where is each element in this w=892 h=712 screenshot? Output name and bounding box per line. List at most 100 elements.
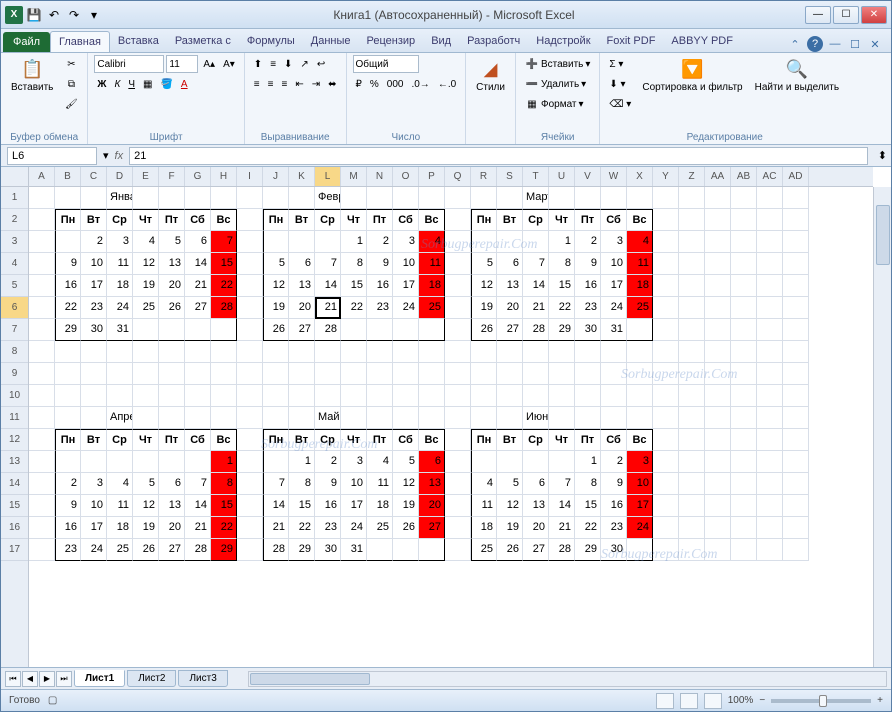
column-header[interactable]: AD — [783, 167, 809, 186]
cell[interactable] — [159, 451, 185, 473]
column-header[interactable]: A — [29, 167, 55, 186]
cell[interactable]: 26 — [393, 517, 419, 539]
cell[interactable]: 27 — [289, 319, 315, 341]
cell[interactable]: 12 — [133, 495, 159, 517]
cell[interactable] — [627, 385, 653, 407]
cell[interactable]: 12 — [393, 473, 419, 495]
column-header[interactable]: E — [133, 167, 159, 186]
cell[interactable]: 3 — [107, 231, 133, 253]
cell[interactable]: Январь — [107, 187, 133, 209]
cell[interactable] — [211, 187, 237, 209]
copy-button[interactable]: ⧉ — [61, 75, 81, 93]
cell[interactable] — [757, 517, 783, 539]
cell[interactable]: 11 — [107, 495, 133, 517]
cell[interactable]: Чт — [133, 209, 159, 231]
cell[interactable] — [107, 363, 133, 385]
cell[interactable] — [471, 385, 497, 407]
cell[interactable]: 5 — [133, 473, 159, 495]
cell[interactable]: 6 — [523, 473, 549, 495]
border-button[interactable]: ▦ — [140, 75, 155, 93]
increase-font-icon[interactable]: A▴ — [200, 55, 218, 73]
cell[interactable]: 2 — [601, 451, 627, 473]
ribbon-tab-4[interactable]: Данные — [303, 31, 359, 52]
file-tab[interactable]: Файл — [3, 32, 50, 52]
cell[interactable]: 26 — [159, 297, 185, 319]
cell[interactable] — [705, 539, 731, 561]
cell[interactable]: 28 — [185, 539, 211, 561]
close-button[interactable]: ✕ — [861, 6, 887, 24]
cell[interactable] — [55, 385, 81, 407]
cell[interactable] — [497, 341, 523, 363]
column-header[interactable]: S — [497, 167, 523, 186]
cell[interactable] — [757, 275, 783, 297]
cell[interactable] — [237, 253, 263, 275]
cell[interactable]: 2 — [81, 231, 107, 253]
cell[interactable]: Вт — [81, 209, 107, 231]
cell[interactable] — [445, 231, 471, 253]
cell[interactable]: 22 — [575, 517, 601, 539]
cell[interactable]: 23 — [367, 297, 393, 319]
cell[interactable]: 22 — [211, 275, 237, 297]
cell[interactable] — [757, 209, 783, 231]
cell[interactable] — [185, 451, 211, 473]
increase-indent-icon[interactable]: ⇥ — [309, 75, 323, 93]
cell[interactable]: Пт — [575, 209, 601, 231]
cell[interactable] — [549, 385, 575, 407]
column-header[interactable]: G — [185, 167, 211, 186]
sheet-nav-prev-icon[interactable]: ◀ — [22, 671, 38, 687]
doc-restore-icon[interactable]: ☐ — [847, 36, 863, 52]
cell[interactable]: 1 — [549, 231, 575, 253]
cell[interactable]: 26 — [263, 319, 289, 341]
cell[interactable]: 18 — [107, 275, 133, 297]
decrease-indent-icon[interactable]: ⇤ — [292, 75, 306, 93]
cell[interactable]: 17 — [601, 275, 627, 297]
cell[interactable]: 10 — [627, 473, 653, 495]
cell[interactable]: Чт — [549, 429, 575, 451]
cell[interactable] — [575, 341, 601, 363]
horizontal-scroll-thumb[interactable] — [250, 673, 370, 685]
cell[interactable]: Вт — [289, 209, 315, 231]
column-header[interactable]: H — [211, 167, 237, 186]
cell[interactable] — [445, 363, 471, 385]
cell[interactable]: Пт — [159, 209, 185, 231]
cell[interactable]: 1 — [289, 451, 315, 473]
cell[interactable]: 9 — [367, 253, 393, 275]
cell[interactable] — [679, 473, 705, 495]
cell[interactable] — [705, 407, 731, 429]
cell[interactable] — [367, 341, 393, 363]
cell[interactable]: 4 — [471, 473, 497, 495]
cell[interactable]: 29 — [289, 539, 315, 561]
cell[interactable] — [211, 319, 237, 341]
cell[interactable]: Вт — [497, 429, 523, 451]
cell[interactable] — [289, 341, 315, 363]
redo-icon[interactable]: ↷ — [65, 6, 83, 24]
cell[interactable]: 2 — [315, 451, 341, 473]
cell[interactable] — [237, 297, 263, 319]
cell[interactable]: 7 — [185, 473, 211, 495]
cell[interactable]: 5 — [471, 253, 497, 275]
cell[interactable] — [237, 231, 263, 253]
underline-button[interactable]: Ч — [125, 75, 138, 93]
cell[interactable]: 19 — [133, 275, 159, 297]
cell[interactable]: 19 — [497, 517, 523, 539]
cell[interactable]: 28 — [549, 539, 575, 561]
cell[interactable]: 21 — [263, 517, 289, 539]
cell[interactable]: Ср — [315, 209, 341, 231]
cell[interactable]: 30 — [575, 319, 601, 341]
cell[interactable]: 12 — [263, 275, 289, 297]
sheet-tab[interactable]: Лист1 — [74, 670, 125, 687]
column-header[interactable]: I — [237, 167, 263, 186]
cell[interactable] — [419, 341, 445, 363]
cell[interactable]: 18 — [419, 275, 445, 297]
column-header[interactable]: AB — [731, 167, 757, 186]
cell[interactable] — [237, 341, 263, 363]
cell[interactable] — [55, 187, 81, 209]
cell[interactable] — [133, 341, 159, 363]
ribbon-tab-9[interactable]: Foxit PDF — [599, 31, 664, 52]
cell[interactable] — [679, 385, 705, 407]
column-header[interactable]: B — [55, 167, 81, 186]
cell[interactable] — [627, 187, 653, 209]
cell[interactable]: Сб — [601, 429, 627, 451]
cell[interactable]: 4 — [133, 231, 159, 253]
cell[interactable] — [263, 363, 289, 385]
